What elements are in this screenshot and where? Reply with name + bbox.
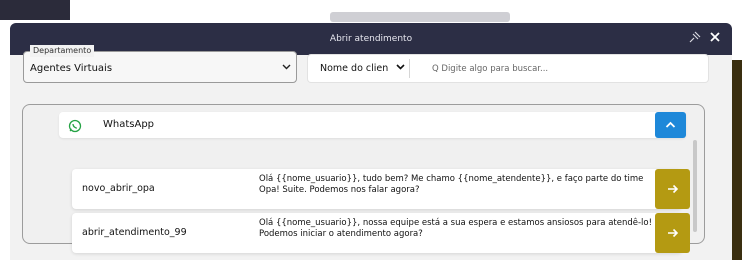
department-select[interactable]: Departamento Agentes Virtuais [23,45,297,83]
pin-icon[interactable] [688,30,704,48]
template-message: Olá {{nome_usuario}}, tudo bem? Me chamo… [259,174,644,195]
search-divider [409,59,410,78]
background-side-panel [732,60,742,260]
template-row: novo_abrir_opa Olá {{nome_usuario}}, tud… [72,169,682,209]
background-app-bar [0,0,70,20]
template-message: Olá {{nome_usuario}}, nossa equipe está … [259,218,653,239]
search-filter-select[interactable]: Nome do clien [320,61,408,77]
channel-header-whatsapp[interactable]: WhatsApp [59,112,686,138]
close-icon[interactable] [708,29,724,49]
template-name: abrir_atendimento_99 [82,227,187,238]
search-bar: Nome do clien [308,55,708,82]
template-row: abrir_atendimento_99 Olá {{nome_usuario}… [72,213,682,253]
search-input[interactable] [432,60,698,77]
send-template-button[interactable] [655,213,690,253]
scrollbar-thumb[interactable] [693,140,697,232]
chevron-down-icon [282,62,292,74]
template-name: novo_abrir_opa [82,183,155,194]
chevron-down-icon [396,61,406,77]
department-value: Agentes Virtuais [30,63,113,74]
collapse-button[interactable] [655,112,686,138]
whatsapp-icon [68,118,82,133]
send-template-button[interactable] [655,169,690,209]
channel-label: WhatsApp [103,119,155,130]
department-label: Departamento [30,45,95,57]
background-element [330,12,510,22]
